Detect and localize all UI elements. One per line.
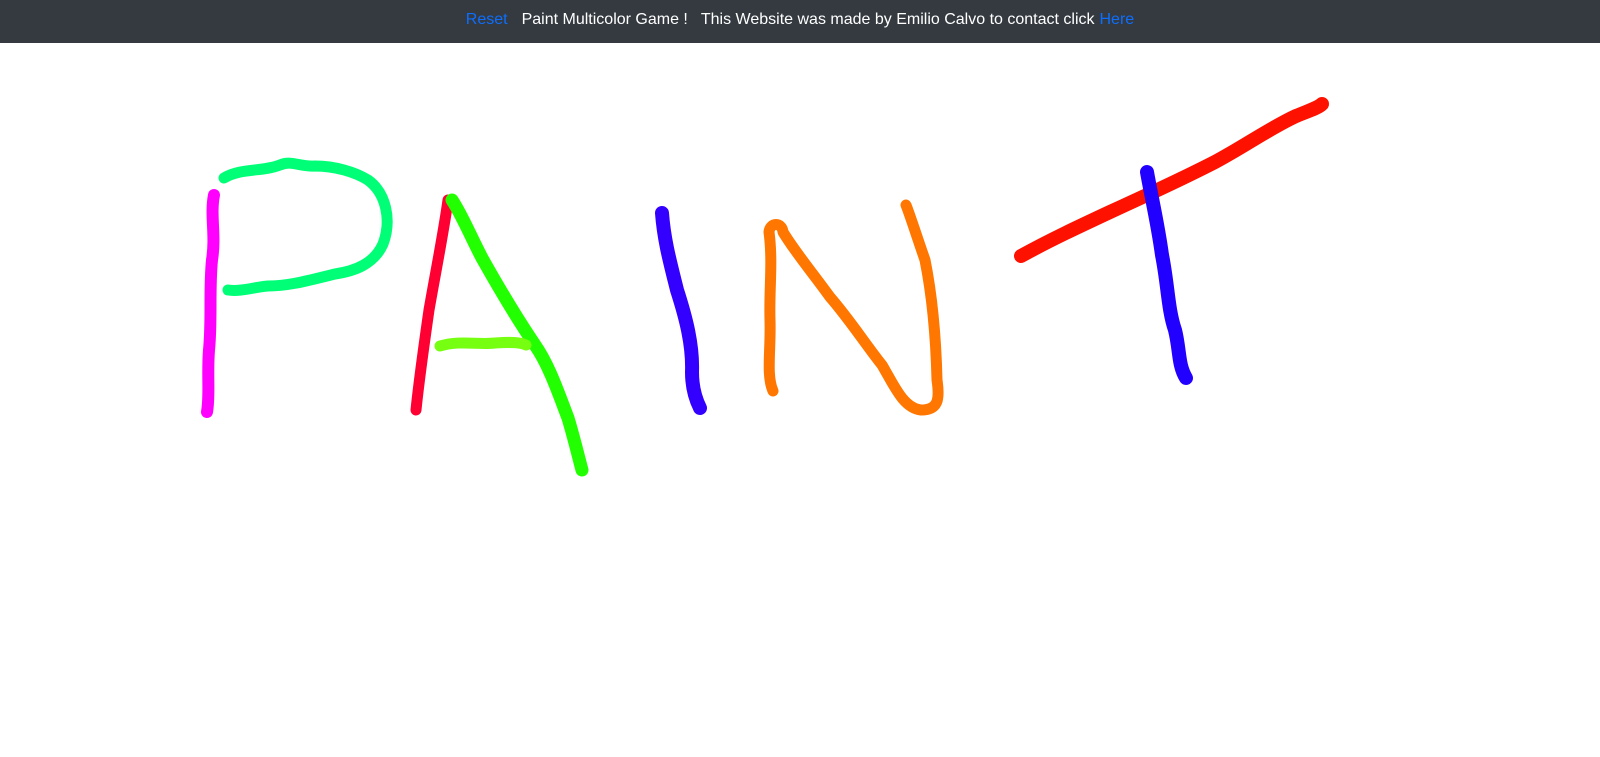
paint-stroke-t-stem — [1140, 165, 1193, 385]
paint-stroke-a-right — [445, 193, 589, 477]
paint-canvas[interactable] — [0, 43, 1600, 757]
paint-stroke-p-stem — [201, 189, 220, 418]
app-title: Paint Multicolor Game ! — [521, 10, 688, 28]
paint-stroke-n — [763, 199, 944, 416]
paint-stroke-t-crossbar — [1014, 97, 1329, 263]
paint-stroke-i — [655, 206, 707, 415]
paint-stroke-p-bowl — [218, 157, 393, 296]
top-navbar: Reset Paint Multicolor Game ! This Websi… — [0, 0, 1600, 43]
paint-stroke-a-crossbar — [434, 336, 532, 352]
paint-canvas-area[interactable] — [0, 43, 1600, 757]
paint-stroke-a-left — [410, 194, 454, 416]
credit-text: This Website was made by Emilio Calvo to… — [700, 10, 1095, 28]
reset-link[interactable]: Reset — [466, 11, 508, 28]
contact-link[interactable]: Here — [1100, 11, 1135, 28]
navbar-content: Reset Paint Multicolor Game ! This Websi… — [466, 10, 1135, 28]
